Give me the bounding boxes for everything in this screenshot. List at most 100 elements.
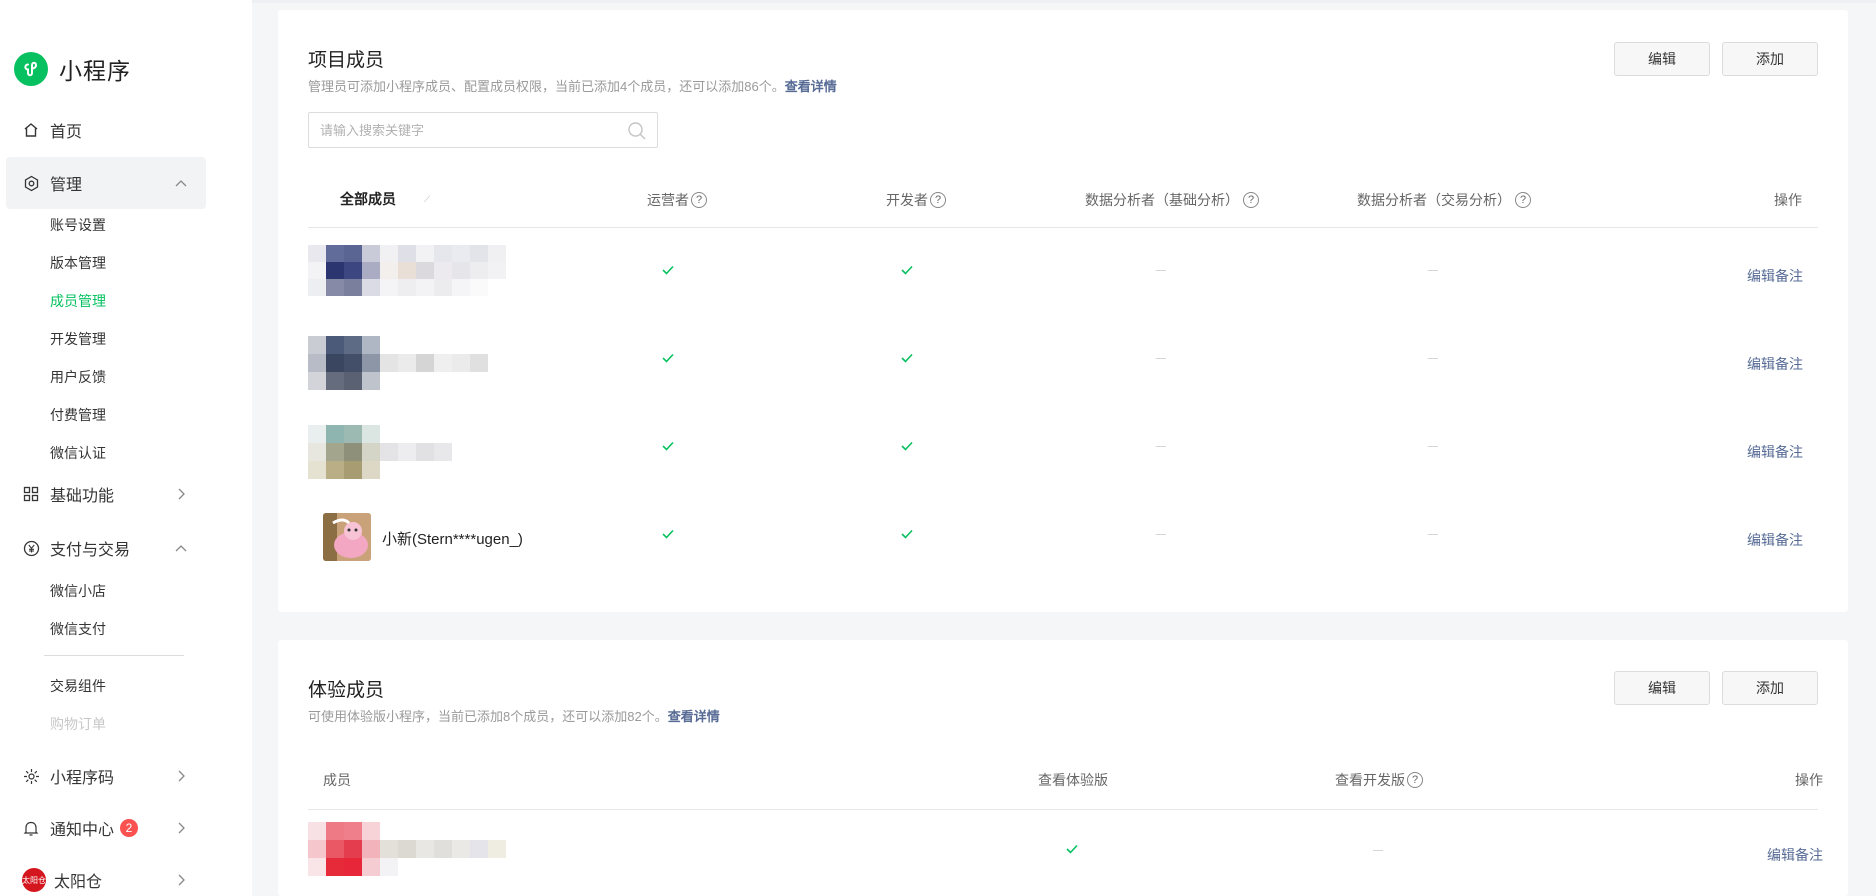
column-developer-label: 开发者 xyxy=(886,192,928,208)
sidebar-item-version-management[interactable]: 版本管理 xyxy=(50,253,106,273)
sidebar-item-shopping-orders[interactable]: 购物订单 xyxy=(50,714,106,734)
member-avatar-obscured xyxy=(308,822,506,876)
developer-check-icon xyxy=(901,441,913,451)
grid-icon xyxy=(22,485,40,503)
project-members-title: 项目成员 xyxy=(308,50,385,71)
top-edge xyxy=(0,0,1876,3)
sidebar-item-wechat-certification[interactable]: 微信认证 xyxy=(50,443,106,463)
column-developer: 开发者? xyxy=(886,190,946,210)
column-view-dev: 查看开发版? xyxy=(1335,770,1423,790)
search-icon[interactable] xyxy=(627,121,647,144)
edit-note-link[interactable]: 编辑备注 xyxy=(1767,845,1823,865)
trial-members-edit-button[interactable]: 编辑 xyxy=(1614,671,1710,705)
chevron-up-icon xyxy=(174,176,188,190)
view-trial-check-icon xyxy=(1066,844,1078,854)
sort-caret-icon: ⟋ xyxy=(424,193,431,204)
member-name: 小新(Stern****ugen_) xyxy=(382,531,523,548)
chevron-right-icon xyxy=(174,487,188,501)
column-all-members-label: 全部成员 xyxy=(340,191,396,207)
sidebar-divider xyxy=(44,655,184,656)
sidebar-item-paid-management[interactable]: 付费管理 xyxy=(50,405,106,425)
column-all-members[interactable]: 全部成员 ⟋ xyxy=(340,189,430,209)
analyst-basic-dash xyxy=(1156,534,1166,535)
mini-program-logo-icon xyxy=(14,52,48,86)
project-members-desc: 管理员可添加小程序成员、配置成员权限，当前已添加4个成员，还可以添加86个。查看… xyxy=(308,76,837,95)
nav-notification-center[interactable]: 通知中心 2 xyxy=(6,802,206,854)
edit-note-link[interactable]: 编辑备注 xyxy=(1747,530,1803,550)
member-avatar-obscured xyxy=(308,245,506,296)
nav-account-label: 太阳仓 xyxy=(54,874,103,891)
developer-check-icon xyxy=(901,353,913,363)
nav-payment[interactable]: 支付与交易 xyxy=(6,522,206,574)
column-member: 成员 xyxy=(323,772,351,788)
sidebar-item-member-management[interactable]: 成员管理 xyxy=(50,291,106,311)
sidebar: 小程序 首页 管理 账号设置 版本管理 成员管理 开发管理 用户反馈 付费管理 … xyxy=(0,0,252,896)
sidebar-item-wechat-shop[interactable]: 微信小店 xyxy=(50,581,106,601)
nav-account[interactable]: 太阳仓 太阳仓 xyxy=(6,854,206,896)
chevron-right-icon xyxy=(174,873,188,887)
column-action: 操作 xyxy=(1774,192,1802,208)
nav-qrcode-label: 小程序码 xyxy=(50,770,115,787)
edit-note-link[interactable]: 编辑备注 xyxy=(1747,442,1803,462)
member-avatar xyxy=(323,513,371,561)
member-search xyxy=(308,112,658,148)
column-operator: 运营者? xyxy=(647,190,707,210)
nav-basic-label: 基础功能 xyxy=(50,488,115,505)
sidebar-item-user-feedback[interactable]: 用户反馈 xyxy=(50,367,106,387)
trial-members-desc-text: 可使用体验版小程序，当前已添加8个成员，还可以添加82个。 xyxy=(308,709,668,724)
sidebar-item-wechat-pay[interactable]: 微信支付 xyxy=(50,619,106,639)
account-avatar: 太阳仓 xyxy=(22,868,46,892)
view-dev-help-icon[interactable]: ? xyxy=(1407,772,1423,788)
nav-manage[interactable]: 管理 xyxy=(6,157,206,209)
operator-check-icon xyxy=(662,265,674,275)
trial-members-detail-link[interactable]: 查看详情 xyxy=(668,709,720,724)
view-dev-dash xyxy=(1373,850,1383,851)
column-view-dev-label: 查看开发版 xyxy=(1335,772,1405,788)
nav-basic-functions[interactable]: 基础功能 xyxy=(6,468,206,520)
nav-home[interactable]: 首页 xyxy=(6,104,206,156)
account-avatar-text: 太阳仓 xyxy=(22,875,46,885)
trial-members-add-button[interactable]: 添加 xyxy=(1722,671,1818,705)
sidebar-item-account-settings[interactable]: 账号设置 xyxy=(50,215,106,235)
home-icon xyxy=(22,121,40,139)
project-members-add-button[interactable]: 添加 xyxy=(1722,42,1818,76)
column-trial-action: 操作 xyxy=(1795,772,1823,788)
analyst-trade-dash xyxy=(1428,270,1438,271)
member-search-input[interactable] xyxy=(320,122,620,138)
developer-check-icon xyxy=(901,265,913,275)
app-logo[interactable]: 小程序 xyxy=(14,52,131,86)
nav-manage-label: 管理 xyxy=(50,177,83,194)
table-header-divider xyxy=(308,227,1818,228)
analyst-basic-dash xyxy=(1156,270,1166,271)
edit-note-link[interactable]: 编辑备注 xyxy=(1747,354,1803,374)
table-header-divider xyxy=(308,809,1818,810)
developer-check-icon xyxy=(901,529,913,539)
sidebar-item-dev-management[interactable]: 开发管理 xyxy=(50,329,106,349)
column-analyst-trade: 数据分析者（交易分析）? xyxy=(1357,190,1531,210)
project-members-card: 项目成员 管理员可添加小程序成员、配置成员权限，当前已添加4个成员，还可以添加8… xyxy=(278,10,1848,612)
sidebar-item-trade-component[interactable]: 交易组件 xyxy=(50,676,106,696)
analyst-trade-dash xyxy=(1428,358,1438,359)
chevron-right-icon xyxy=(174,769,188,783)
trial-members-title: 体验成员 xyxy=(308,680,385,701)
analyst-basic-help-icon[interactable]: ? xyxy=(1243,192,1259,208)
sun-icon xyxy=(22,767,40,785)
nav-qrcode[interactable]: 小程序码 xyxy=(6,750,206,802)
edit-note-link[interactable]: 编辑备注 xyxy=(1747,266,1803,286)
notification-count-badge: 2 xyxy=(120,819,139,837)
member-avatar-obscured xyxy=(308,425,452,479)
operator-help-icon[interactable]: ? xyxy=(691,192,707,208)
analyst-trade-dash xyxy=(1428,534,1438,535)
column-analyst-basic: 数据分析者（基础分析）? xyxy=(1085,190,1259,210)
nav-payment-label: 支付与交易 xyxy=(50,542,131,559)
project-members-desc-text: 管理员可添加小程序成员、配置成员权限，当前已添加4个成员，还可以添加86个。 xyxy=(308,79,785,94)
nav-notify-label: 通知中心 xyxy=(50,822,115,839)
analyst-trade-help-icon: ? xyxy=(1515,192,1531,208)
project-members-edit-button[interactable]: 编辑 xyxy=(1614,42,1710,76)
column-operator-label: 运营者 xyxy=(647,192,689,208)
operator-check-icon xyxy=(662,441,674,451)
project-members-detail-link[interactable]: 查看详情 xyxy=(785,79,837,94)
developer-help-icon[interactable]: ? xyxy=(930,192,946,208)
app-name: 小程序 xyxy=(59,58,131,84)
bell-icon xyxy=(22,819,40,837)
